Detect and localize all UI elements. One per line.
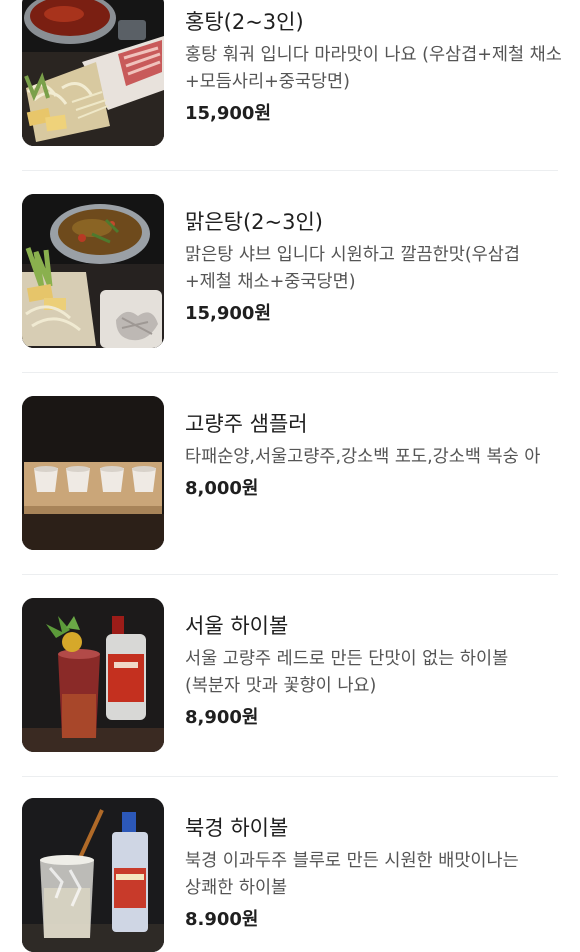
seoul-highball-photo (22, 598, 164, 752)
hotpot-clear-photo (22, 194, 164, 348)
beijing-highball-photo (22, 798, 164, 952)
menu-item-name: 고량주 샘플러 (185, 412, 308, 436)
menu-item-price: 8.900원 (185, 909, 259, 930)
item-divider (22, 776, 558, 777)
menu-item-name: 북경 하이볼 (185, 816, 289, 840)
menu-item-description: 서울 고량주 레드로 만든 단맛이 없는 하이볼 (복분자 맛과 꽃향이 나요) (185, 649, 509, 696)
menu-item-beijing-highball[interactable]: 북경 하이볼 북경 이과두주 블루로 만든 시원한 배맛이나는 상쾌한 하이볼 … (0, 0, 580, 952)
item-divider (22, 372, 558, 373)
sampler-cups-photo (22, 396, 164, 550)
menu-item-name: 서울 하이볼 (185, 614, 289, 638)
menu-item-price: 8,000원 (185, 478, 259, 499)
menu-item-description: 북경 이과두주 블루로 만든 시원한 배맛이나는 상쾌한 하이볼 (185, 851, 519, 898)
menu-item-price: 15,900원 (185, 303, 272, 324)
menu-item-description: 맑은탕 샤브 입니다 시원하고 깔끔한맛(우삼겹 +제철 채소+중국당면) (185, 245, 520, 292)
menu-item-description: 타패순양,서울고량주,강소백 포도,강소백 복숭 아 (185, 447, 541, 467)
menu-item-name: 맑은탕(2~3인) (185, 210, 323, 234)
menu-list: 홍탕(2~3인) 홍탕 훠궈 입니다 마라맛이 나요 (우삼겹+제철 채소+모듬… (0, 0, 580, 952)
item-divider (22, 574, 558, 575)
menu-item-price: 8,900원 (185, 707, 259, 728)
